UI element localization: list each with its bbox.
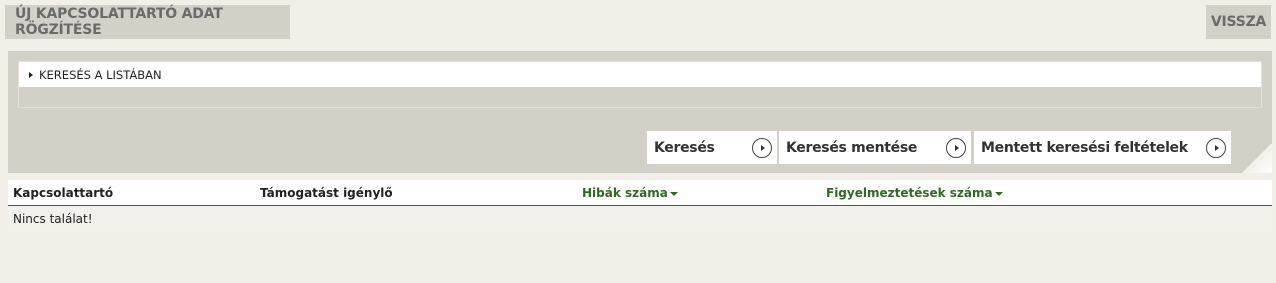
table-header: Kapcsolattartó Támogatást igénylő Hibák … [8, 180, 1272, 206]
search-toggle[interactable]: KERESÉS A LISTÁBAN [19, 62, 1261, 87]
save-search-button[interactable]: Keresés mentése [779, 131, 971, 164]
empty-result-message: Nincs találat! [13, 211, 93, 226]
back-button[interactable]: VISSZA [1206, 5, 1271, 39]
column-header-warnings[interactable]: Figyelmeztetések száma [826, 186, 1003, 200]
play-circle-icon [752, 137, 772, 158]
sort-down-icon [994, 191, 1003, 196]
play-circle-icon [1206, 137, 1226, 158]
search-toggle-label: KERESÉS A LISTÁBAN [39, 67, 162, 82]
play-circle-icon [946, 137, 966, 158]
panel-corner-fold [1241, 144, 1272, 173]
search-button[interactable]: Keresés [647, 131, 777, 164]
save-search-button-label: Keresés mentése [786, 139, 918, 156]
new-contact-button[interactable]: ÚJ KAPCSOLATTARTÓ ADAT RÖGZÍTÉSE [5, 5, 290, 39]
column-header-applicant[interactable]: Támogatást igénylő [260, 186, 393, 200]
saved-criteria-button[interactable]: Mentett keresési feltételek [974, 131, 1231, 164]
column-header-warnings-label: Figyelmeztetések száma [826, 186, 993, 200]
column-header-errors[interactable]: Hibák száma [582, 186, 678, 200]
results-table: Kapcsolattartó Támogatást igénylő Hibák … [8, 180, 1272, 231]
search-panel: KERESÉS A LISTÁBAN Keresés Keresés menté… [8, 51, 1272, 173]
column-header-errors-label: Hibák száma [582, 186, 668, 200]
sort-down-icon [669, 191, 678, 196]
empty-result-row: Nincs találat! [8, 206, 1272, 231]
saved-criteria-button-label: Mentett keresési feltételek [981, 139, 1188, 156]
expand-arrow-icon [29, 71, 33, 78]
column-header-contact[interactable]: Kapcsolattartó [13, 186, 113, 200]
search-box: KERESÉS A LISTÁBAN [18, 61, 1262, 108]
search-button-label: Keresés [654, 139, 715, 156]
